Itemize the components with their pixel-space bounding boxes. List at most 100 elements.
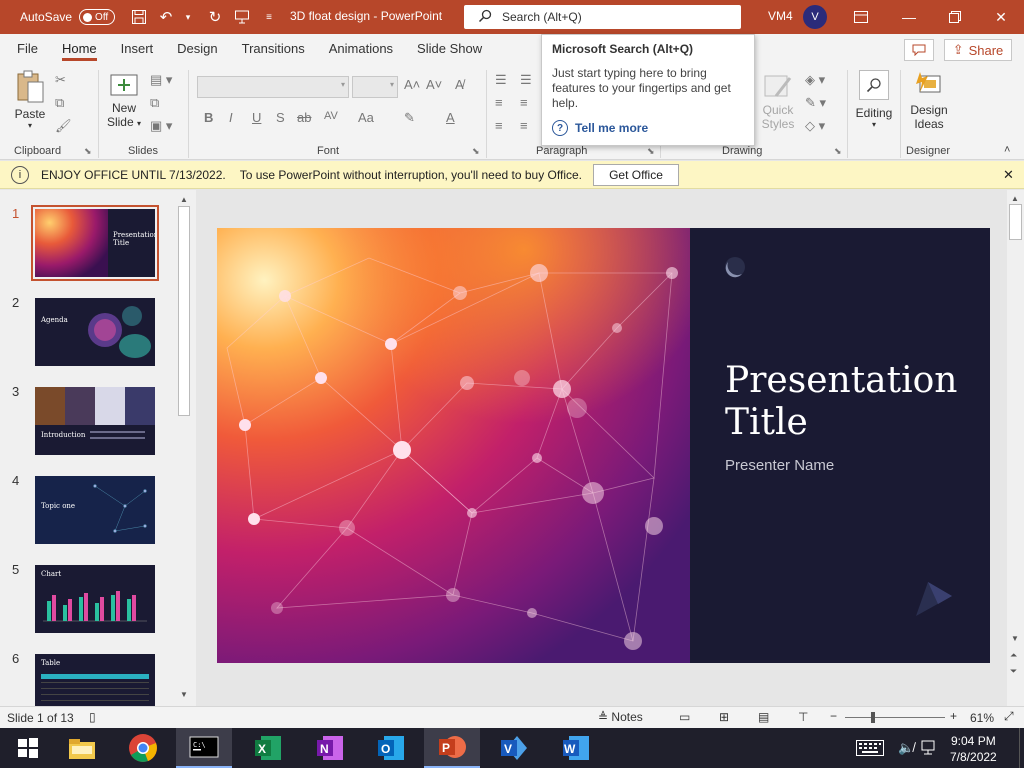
present-from-start-icon[interactable] (232, 7, 252, 27)
avatar[interactable]: V (803, 5, 827, 29)
volume-muted-icon[interactable]: 🔈̸ (898, 740, 914, 756)
thumbnail-slide-5[interactable]: Chart (35, 565, 155, 633)
zoom-slider-thumb[interactable] (871, 712, 876, 723)
tab-home[interactable]: Home (50, 34, 109, 64)
thumbnail-slide-2[interactable]: Agenda (35, 298, 155, 366)
tab-design[interactable]: Design (165, 34, 229, 64)
editing-button[interactable]: Editing ▾ (852, 70, 896, 129)
bullets-icon[interactable]: ☰ (495, 72, 507, 88)
scroll-down-icon[interactable]: ▼ (1011, 634, 1019, 643)
undo-dropdown-icon[interactable]: ▾ (178, 7, 198, 27)
font-name-combo[interactable]: ▾ (197, 76, 349, 98)
font-color-icon[interactable]: A (446, 110, 455, 125)
share-button[interactable]: ⇪ Share (944, 39, 1012, 61)
bold-button[interactable]: B (204, 110, 213, 125)
new-slide-button[interactable]: New Slide ▾ (104, 72, 144, 129)
ribbon-display-options-icon[interactable] (838, 0, 884, 34)
scroll-thumb[interactable] (178, 206, 190, 416)
visio-icon[interactable]: V (486, 728, 542, 768)
quick-styles-button[interactable]: Quick Styles (758, 72, 798, 131)
shape-outline-icon[interactable]: ✎ ▾ (805, 95, 826, 111)
clipboard-launcher-icon[interactable]: ⬊ (84, 146, 92, 157)
paragraph-launcher-icon[interactable]: ⬊ (647, 146, 655, 157)
restore-icon[interactable] (932, 0, 978, 34)
fit-to-window-icon[interactable]: ⤢ (1004, 709, 1014, 724)
section-icon[interactable]: ▣ ▾ (150, 118, 172, 134)
paste-button[interactable]: Paste ▾ (10, 70, 50, 130)
user-name[interactable]: VM4 (768, 9, 793, 23)
paste-dropdown-icon[interactable]: ▾ (10, 121, 50, 130)
scroll-up-icon[interactable]: ▲ (180, 195, 188, 204)
previous-slide-icon[interactable]: ⏶ (1010, 650, 1017, 661)
tab-slide-show[interactable]: Slide Show (405, 34, 494, 64)
scroll-up-icon[interactable]: ▲ (1011, 194, 1019, 203)
chrome-icon[interactable] (115, 728, 171, 768)
thumbnail-slide-3[interactable]: Introduction (35, 387, 155, 455)
font-size-combo[interactable]: ▾ (352, 76, 398, 98)
undo-icon[interactable]: ↶ (156, 7, 176, 27)
numbering-icon[interactable]: ☰ (520, 72, 532, 88)
show-desktop-button[interactable] (1019, 728, 1024, 768)
slide-title[interactable]: Presentation Title (725, 360, 965, 444)
slide-sorter-icon[interactable]: ⊞ (719, 710, 729, 724)
file-explorer-icon[interactable] (54, 728, 110, 768)
slide-canvas[interactable]: Presentation Title Presenter Name (217, 228, 990, 663)
align-right-icon[interactable]: ≡ (495, 118, 503, 133)
shadow-button[interactable]: S (276, 110, 285, 125)
decrease-font-icon[interactable]: A˅ (426, 77, 442, 92)
clear-format-icon[interactable]: A̸ (455, 77, 464, 92)
get-office-button[interactable]: Get Office (593, 164, 679, 186)
shape-fill-icon[interactable]: ◈ ▾ (805, 72, 825, 88)
editing-dropdown-icon[interactable]: ▾ (852, 120, 896, 129)
slide-scrollbar[interactable]: ▲ ▼ ⏶ ⏷ (1007, 190, 1024, 706)
format-painter-icon[interactable]: 🖌 (55, 118, 72, 134)
underline-button[interactable]: U (252, 110, 261, 125)
system-clock[interactable]: 9:04 PM 7/8/2022 (950, 733, 997, 765)
excel-icon[interactable]: X (240, 728, 296, 768)
word-icon[interactable]: W (548, 728, 604, 768)
normal-view-icon[interactable]: ▭ (679, 710, 690, 724)
onenote-icon[interactable]: N (302, 728, 358, 768)
save-icon[interactable] (129, 7, 149, 27)
close-icon[interactable]: ✕ (978, 0, 1024, 34)
shape-effects-icon[interactable]: ◇ ▾ (805, 118, 825, 134)
justify-icon[interactable]: ≡ (520, 118, 528, 133)
zoom-level[interactable]: 61% (970, 711, 994, 725)
tell-me-more-link[interactable]: ? Tell me more (552, 120, 744, 136)
keyboard-icon[interactable] (856, 740, 884, 759)
redo-icon[interactable]: ↻ (205, 7, 225, 27)
thumbnail-slide-4[interactable]: Topic one (35, 476, 155, 544)
search-box[interactable]: Search (Alt+Q) (464, 5, 741, 29)
increase-font-icon[interactable]: A˄ (404, 77, 420, 92)
presenter-name[interactable]: Presenter Name (725, 457, 834, 474)
italic-button[interactable]: I (229, 110, 233, 125)
strikethrough-button[interactable]: ab (297, 110, 311, 125)
tab-file[interactable]: File (0, 34, 50, 64)
outlook-icon[interactable]: O (363, 728, 419, 768)
notes-button[interactable]: ≜ Notes (598, 710, 643, 724)
close-icon[interactable]: ✕ (1003, 167, 1014, 183)
drawing-launcher-icon[interactable]: ⬊ (834, 146, 842, 157)
thumbnail-slide-6[interactable]: Table (35, 654, 155, 706)
tab-transitions[interactable]: Transitions (230, 34, 317, 64)
scroll-thumb[interactable] (1009, 204, 1022, 240)
tab-insert[interactable]: Insert (109, 34, 166, 64)
autosave-toggle[interactable]: Off (79, 9, 116, 25)
scroll-down-icon[interactable]: ▼ (180, 690, 188, 699)
copy-icon[interactable]: ⧉ (55, 95, 64, 111)
zoom-in-icon[interactable]: + (950, 709, 957, 723)
zoom-out-icon[interactable]: − (830, 709, 837, 723)
collapse-ribbon-icon[interactable]: ˄ (1004, 144, 1010, 156)
align-left-icon[interactable]: ≡ (495, 95, 503, 110)
cut-icon[interactable]: ✂ (55, 72, 66, 88)
highlight-icon[interactable]: ✎ (404, 110, 415, 126)
minimize-icon[interactable]: — (886, 0, 932, 34)
customize-qat-icon[interactable]: ≡ (259, 7, 279, 27)
tab-animations[interactable]: Animations (317, 34, 405, 64)
thumbnail-scrollbar[interactable]: ▲ ▼ (177, 192, 191, 704)
spelling-icon[interactable]: ▯ (89, 710, 96, 724)
comment-icon[interactable] (904, 39, 934, 61)
next-slide-icon[interactable]: ⏷ (1010, 666, 1017, 677)
align-center-icon[interactable]: ≡ (520, 95, 528, 110)
reset-icon[interactable]: ⧉ (150, 95, 159, 111)
